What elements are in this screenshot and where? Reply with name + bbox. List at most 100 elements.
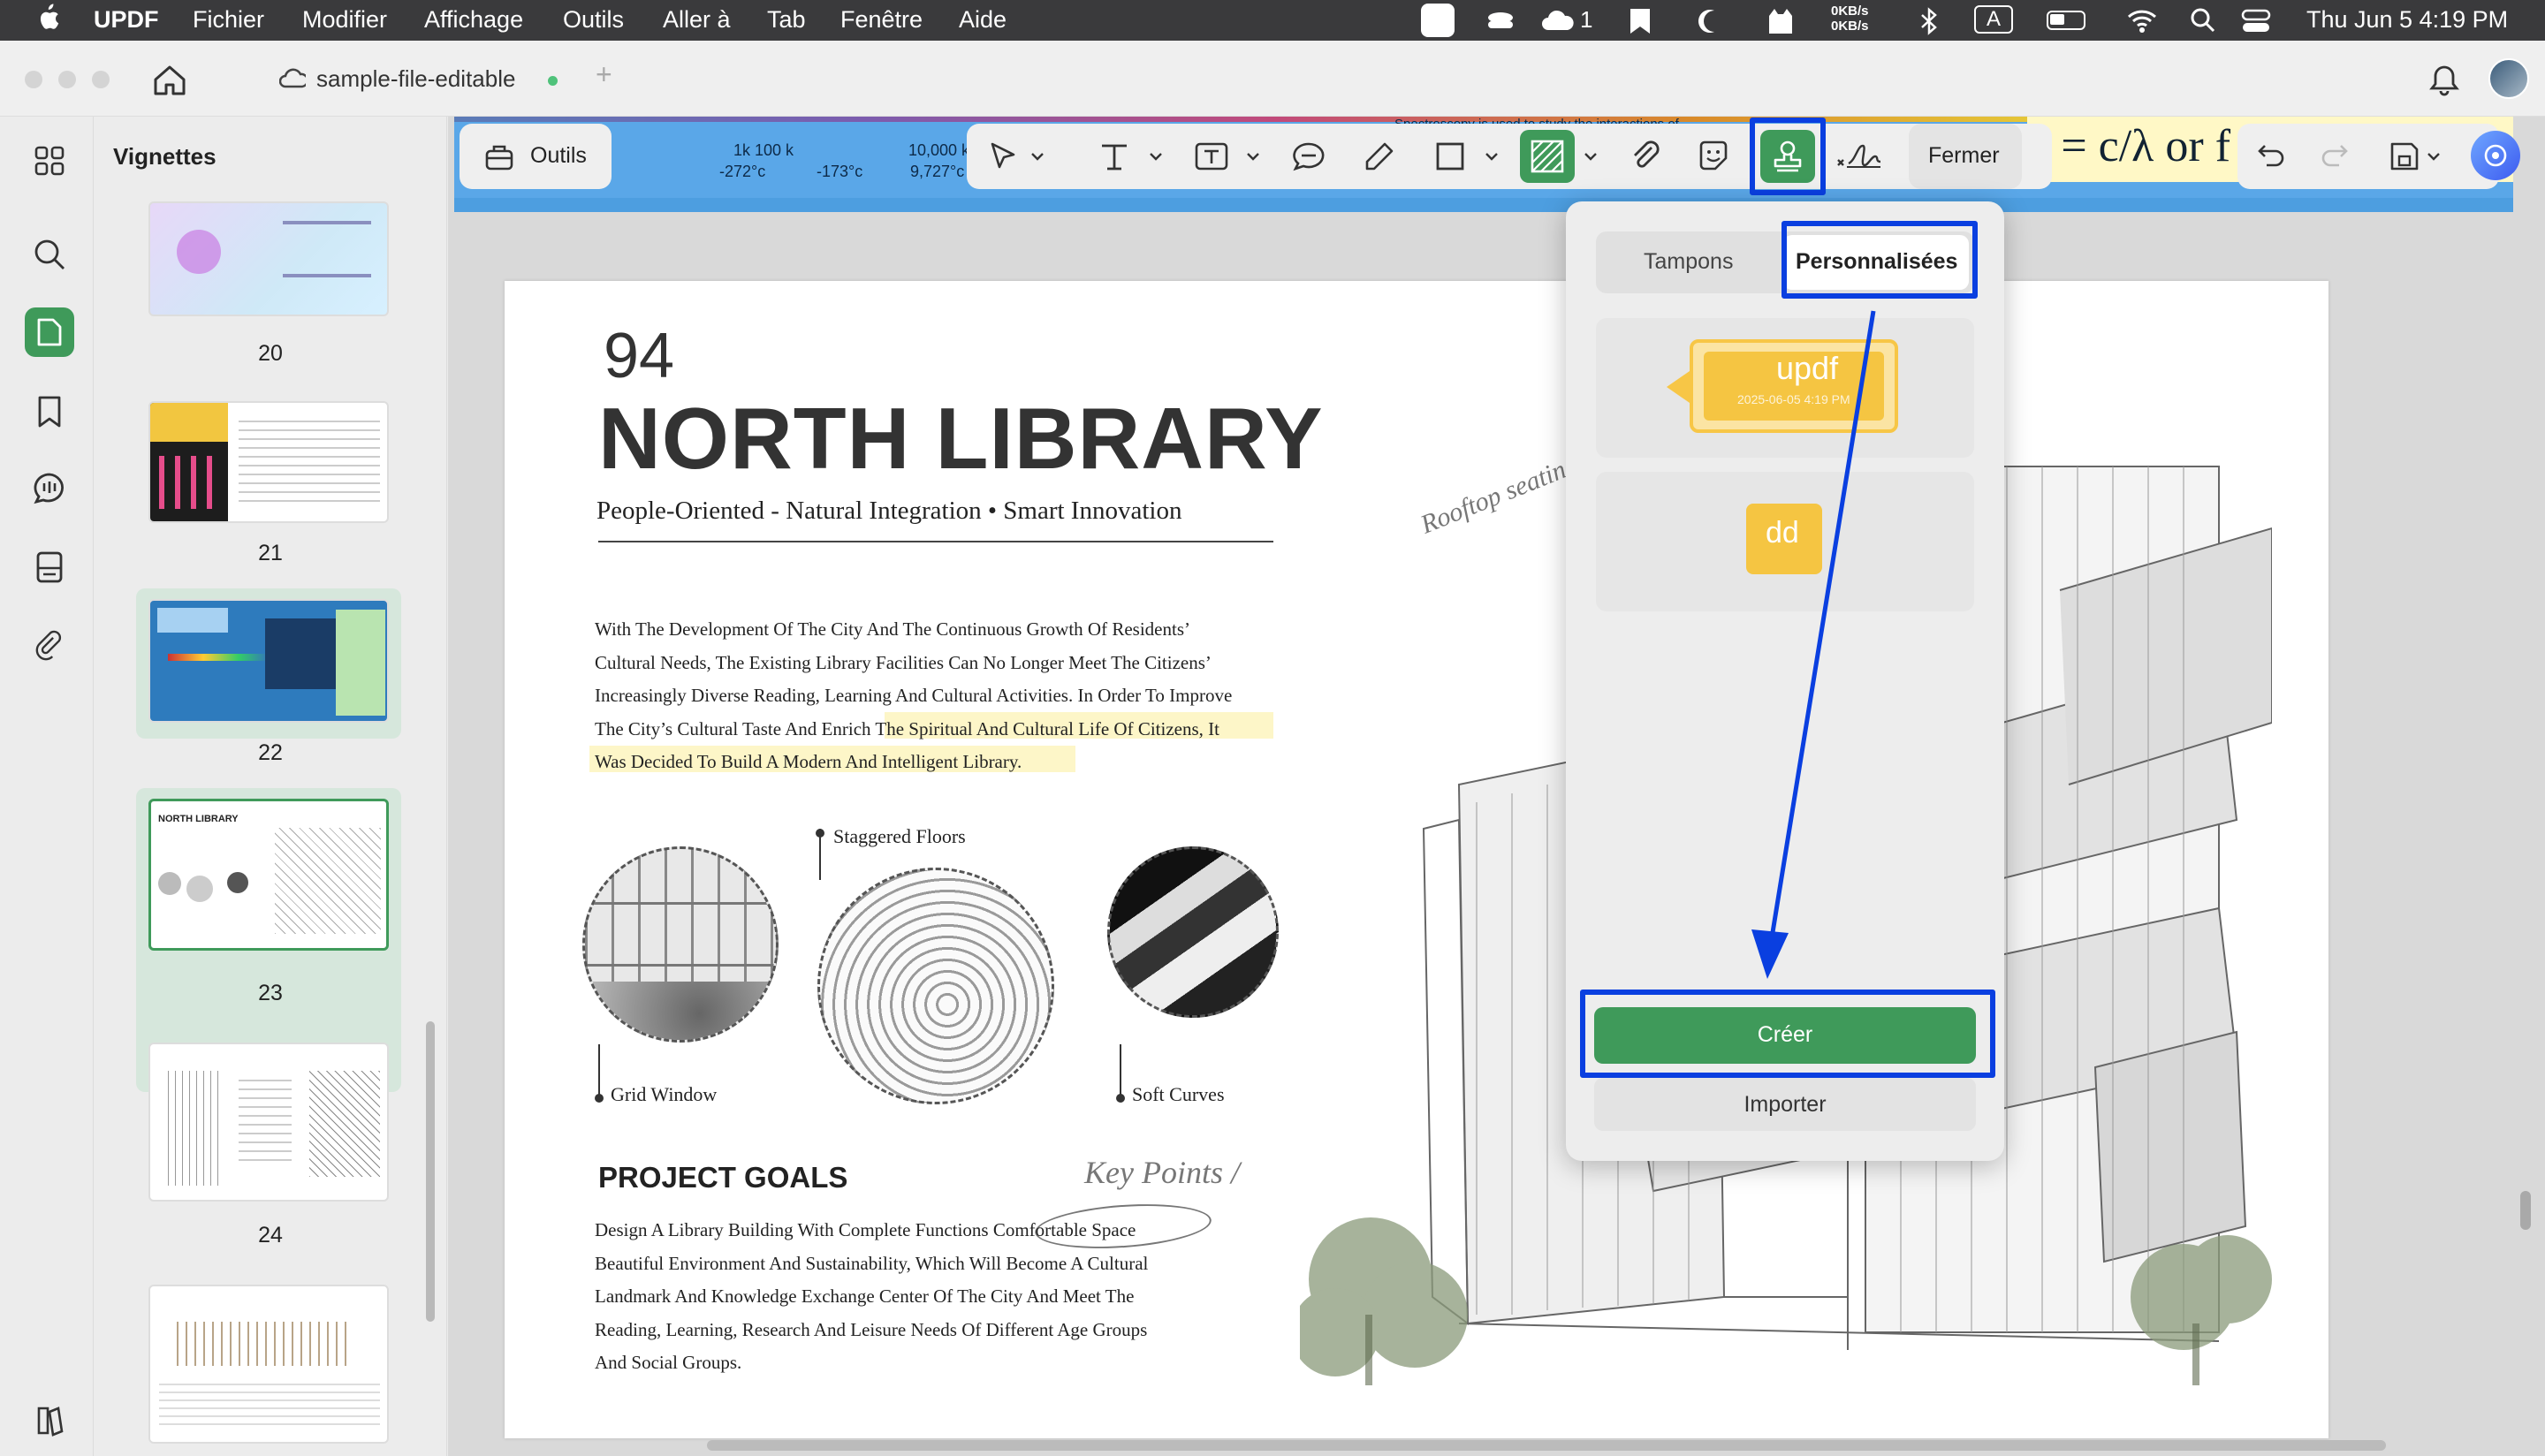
label-leader-dot <box>816 829 824 838</box>
label-leader-dot <box>1116 1094 1125 1103</box>
strip-text: -173°c <box>817 163 863 180</box>
menu-bar: UPDF Fichier Modifier Affichage Outils A… <box>0 0 2545 41</box>
grid-window-image <box>582 846 779 1043</box>
search-icon-menubar[interactable] <box>2190 7 2216 34</box>
thumbnail-page-21[interactable] <box>148 401 389 523</box>
soft-curves-image <box>1107 846 1279 1018</box>
input-source-icon[interactable]: A <box>1974 5 2013 34</box>
chevron-down-icon[interactable] <box>2423 134 2444 178</box>
cat-status-icon[interactable] <box>1766 5 1796 35</box>
pdf-page: 94 NORTH LIBRARY People-Oriented - Natur… <box>505 281 2328 1438</box>
staggered-floors-image <box>817 868 1054 1104</box>
vertical-scrollbar[interactable] <box>2520 1191 2531 1230</box>
comment-icon[interactable] <box>1287 134 1331 178</box>
chat-icon[interactable] <box>25 463 74 512</box>
thumbnail-page-24[interactable] <box>148 1043 389 1202</box>
hatch-icon[interactable] <box>1520 130 1575 183</box>
thumbnail-page-20[interactable] <box>148 201 389 316</box>
rectangle-icon[interactable] <box>1428 134 1472 178</box>
close-window-button[interactable] <box>25 71 42 88</box>
personnalisees-callout <box>1782 221 1978 299</box>
save-icon[interactable] <box>2382 134 2427 178</box>
thumbnail-number: 20 <box>258 341 283 366</box>
page-number-label: 94 <box>604 321 675 391</box>
grid-icon[interactable] <box>25 136 74 186</box>
chevron-down-icon[interactable] <box>1027 134 1048 178</box>
chevron-down-icon[interactable] <box>1242 134 1264 178</box>
form-icon[interactable] <box>25 542 74 592</box>
strip-text: -272°c <box>719 163 766 180</box>
chevron-down-icon[interactable] <box>1481 134 1502 178</box>
select-arrow-icon[interactable] <box>981 134 1025 178</box>
stamp-button-callout <box>1750 118 1826 195</box>
text-icon[interactable] <box>1092 134 1136 178</box>
horizontal-scrollbar[interactable] <box>707 1440 2386 1451</box>
fermer-button[interactable]: Fermer <box>1909 124 2022 189</box>
thumbnail-number: 22 <box>258 740 283 765</box>
zoom-window-button[interactable] <box>92 71 110 88</box>
battery-icon[interactable] <box>2047 11 2085 30</box>
network-speed: 0KB/s 0KB/s <box>1831 4 1869 34</box>
signature-icon[interactable] <box>1833 134 1886 178</box>
sticker-icon[interactable] <box>1691 134 1736 178</box>
callout-arrow <box>1751 310 1876 979</box>
new-tab-button[interactable]: + <box>596 58 612 91</box>
status-badge-count: 1 <box>1580 6 1593 33</box>
menu-app-name[interactable]: UPDF <box>94 6 159 34</box>
menu-aller[interactable]: Aller à <box>663 6 731 34</box>
textbox-icon[interactable] <box>1189 134 1234 178</box>
thumbnail-page-23[interactable]: NORTH LIBRARY <box>148 799 389 951</box>
pencil-icon[interactable] <box>1357 134 1402 178</box>
import-button[interactable]: Importer <box>1594 1078 1976 1131</box>
thumbnail-page-22[interactable] <box>148 599 389 723</box>
control-center-icon[interactable] <box>2241 9 2273 34</box>
undo-icon[interactable] <box>2250 134 2294 178</box>
menu-fenetre[interactable]: Fenêtre <box>840 6 923 34</box>
bookmark-status-icon[interactable] <box>1628 7 1652 35</box>
thumbnail-scrollbar[interactable] <box>426 1021 435 1322</box>
wifi-icon[interactable] <box>2126 7 2158 34</box>
redo-icon[interactable] <box>2312 134 2356 178</box>
thumbnail-page-25[interactable] <box>148 1285 389 1444</box>
avatar[interactable] <box>2488 58 2529 99</box>
search-icon[interactable] <box>25 230 74 279</box>
menu-tab[interactable]: Tab <box>767 6 806 34</box>
menu-outils[interactable]: Outils <box>563 6 624 34</box>
outils-button[interactable]: Outils <box>460 124 612 189</box>
page-icon[interactable] <box>25 307 74 357</box>
menu-modifier[interactable]: Modifier <box>302 6 387 34</box>
document-tab[interactable]: sample-file-editable <box>274 60 574 99</box>
menu-fichier[interactable]: Fichier <box>193 6 264 34</box>
menu-affichage[interactable]: Affichage <box>424 6 523 34</box>
create-button-callout <box>1580 990 1995 1078</box>
paperclip-icon[interactable] <box>25 620 74 670</box>
document-title: NORTH LIBRARY <box>598 390 1324 487</box>
attach-icon[interactable] <box>1622 134 1667 178</box>
minimize-window-button[interactable] <box>58 71 76 88</box>
label-leader-line <box>598 1044 600 1096</box>
home-icon[interactable] <box>152 64 187 97</box>
chevron-down-icon[interactable] <box>1580 134 1601 178</box>
intro-paragraph: With The Development Of The City And The… <box>595 618 1233 772</box>
bluetooth-icon[interactable] <box>1919 7 1939 35</box>
thumbnail-panel: Vignettes 20 21 22 NORTH LIBRARY 23 24 <box>94 117 447 1456</box>
bell-icon[interactable] <box>2428 64 2460 97</box>
layers-icon[interactable] <box>25 1396 74 1445</box>
menu-aide[interactable]: Aide <box>959 6 1007 34</box>
strip-text: 1k 100 k <box>733 141 794 159</box>
cloud-status-icon[interactable] <box>1541 7 1576 34</box>
menubar-datetime[interactable]: Thu Jun 5 4:19 PM <box>2306 6 2508 34</box>
title-bar: sample-file-editable + <box>0 41 2545 117</box>
bookmark-icon[interactable] <box>25 387 74 436</box>
strip-text: 10,000 k <box>908 141 970 159</box>
staggered-floors-label: Staggered Floors <box>833 825 966 847</box>
apple-icon[interactable] <box>35 4 60 32</box>
import-label: Importer <box>1744 1092 1827 1117</box>
updf-status-icon[interactable] <box>1421 4 1455 37</box>
ai-icon[interactable] <box>2471 131 2520 180</box>
toolbox-icon <box>484 143 514 171</box>
chevron-down-icon[interactable] <box>1145 134 1166 178</box>
moon-status-icon[interactable] <box>1695 7 1723 35</box>
drive-status-icon[interactable] <box>1485 9 1516 34</box>
tab-tampons[interactable]: Tampons <box>1644 249 1733 275</box>
